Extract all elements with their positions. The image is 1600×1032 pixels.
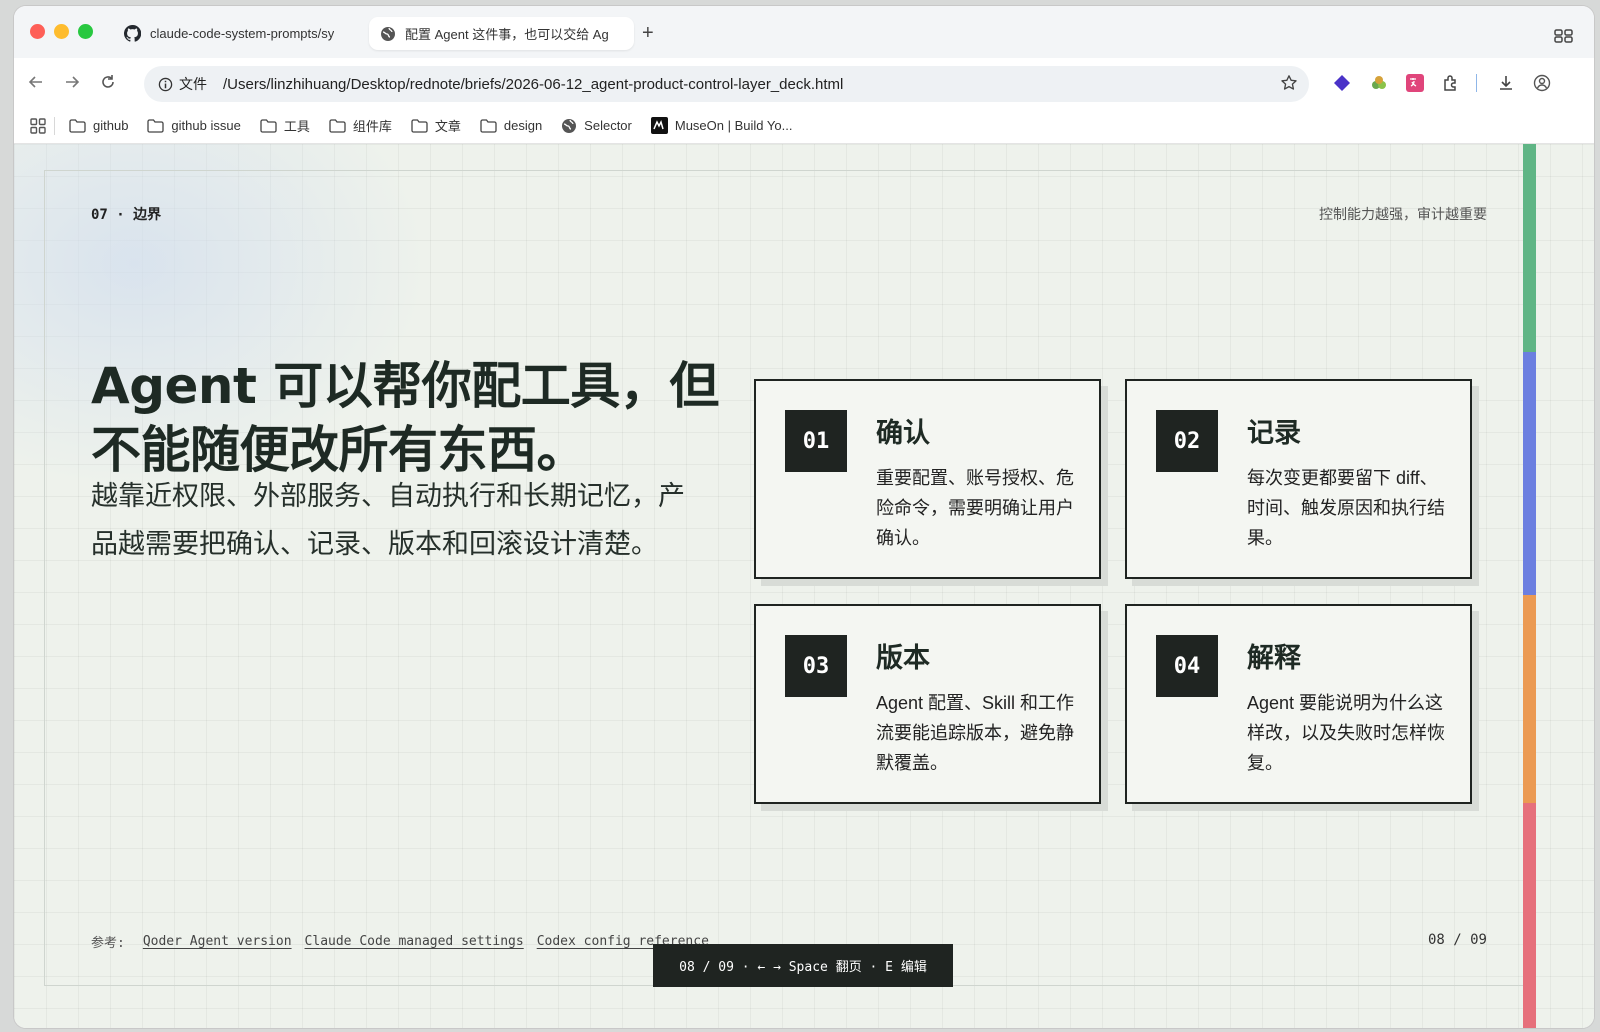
bookmark-label: MuseOn | Build Yo... — [674, 118, 793, 133]
forward-icon[interactable] — [62, 72, 82, 92]
card-title: 记录 — [1247, 418, 1301, 448]
back-icon[interactable] — [26, 72, 46, 92]
references: 参考: Qoder Agent version Claude Code mana… — [91, 932, 722, 951]
new-tab-button[interactable]: + — [642, 23, 654, 43]
bookmark-articles[interactable]: 文章 — [411, 116, 461, 135]
bookmark-github-issue[interactable]: github issue — [147, 118, 241, 133]
bookmark-museon[interactable]: MuseOn | Build Yo... — [650, 117, 793, 134]
minimize-window-button[interactable] — [54, 24, 69, 39]
page-number: 08 / 09 — [1427, 932, 1487, 948]
card-body: 重要配置、账号授权、危险命令，需要明确让用户确认。 — [876, 468, 1074, 548]
principle-card: 02 记录 每次变更都要留下 diff、时间、触发原因和执行结果。 — [1125, 379, 1472, 579]
bookmarks-bar: github github issue 工具 组件库 文章 design Sel… — [14, 108, 1594, 144]
folder-icon — [480, 118, 497, 133]
tab-strip: claude-code-system-prompts/sy 配置 Agent 这… — [14, 6, 1594, 58]
folder-icon — [69, 118, 86, 133]
navigation-hint-bar: 08 / 09 · ← → Space 翻页 · E 编辑 — [653, 944, 953, 987]
toolbar: 文件 /Users/linzhihuang/Desktop/rednote/br… — [14, 58, 1594, 108]
extension-diamond-icon[interactable] — [1332, 73, 1352, 93]
tab-search-icon[interactable] — [1554, 29, 1574, 48]
download-icon[interactable] — [1496, 73, 1516, 93]
profile-icon[interactable] — [1532, 73, 1552, 93]
card-number: 04 — [1156, 635, 1218, 697]
github-icon — [124, 25, 141, 42]
tab-github[interactable]: claude-code-system-prompts/sy — [114, 17, 364, 50]
reference-link[interactable]: Claude Code managed settings — [305, 934, 524, 949]
apps-grid-icon[interactable] — [30, 117, 46, 134]
card-title: 确认 — [876, 418, 930, 448]
slide-headline: Agent 可以帮你配工具，但不能随便改所有东西。 — [91, 357, 719, 479]
reference-link[interactable]: Qoder Agent version — [143, 934, 292, 949]
section-kicker: 07 · 边界 — [91, 207, 162, 223]
slide-lede: 越靠近权限、外部服务、自动执行和长期记忆，产品越需要把确认、记录、版本和回滚设计… — [91, 481, 685, 559]
card-number: 02 — [1156, 410, 1218, 472]
principle-card: 01 确认 重要配置、账号授权、危险命令，需要明确让用户确认。 — [754, 379, 1101, 579]
bookmark-tools[interactable]: 工具 — [260, 116, 310, 135]
tab-label: 配置 Agent 这件事，也可以交给 Ag — [405, 27, 609, 42]
browser-window: claude-code-system-prompts/sy 配置 Agent 这… — [14, 6, 1594, 1028]
accent-bar-red — [1523, 803, 1536, 1028]
card-title: 解释 — [1247, 643, 1301, 673]
url-text: /Users/linzhihuang/Desktop/rednote/brief… — [223, 75, 844, 93]
card-body: 每次变更都要留下 diff、时间、触发原因和执行结果。 — [1247, 468, 1445, 548]
bookmarks-divider — [54, 116, 55, 135]
bookmark-label: Selector — [584, 118, 632, 133]
tab-current-deck[interactable]: 配置 Agent 这件事，也可以交给 Ag — [369, 17, 634, 50]
folder-icon — [260, 118, 277, 133]
reload-icon[interactable] — [98, 72, 118, 92]
bookmark-components[interactable]: 组件库 — [329, 116, 392, 135]
translate-extension-icon[interactable] — [1405, 73, 1425, 93]
maximize-window-button[interactable] — [78, 24, 93, 39]
bookmark-label: 工具 — [283, 119, 310, 134]
folder-icon — [329, 118, 346, 133]
bookmark-label: 文章 — [434, 119, 461, 134]
site-info-button[interactable]: 文件 — [158, 74, 207, 94]
extension-cluster-icon[interactable] — [1369, 73, 1389, 93]
card-number: 03 — [785, 635, 847, 697]
museon-icon — [650, 117, 668, 134]
folder-icon — [411, 118, 428, 133]
toolbar-divider — [1475, 73, 1477, 93]
bookmark-label: 组件库 — [352, 119, 392, 134]
accent-bar-blue — [1523, 352, 1536, 595]
address-bar[interactable]: 文件 /Users/linzhihuang/Desktop/rednote/br… — [144, 66, 1309, 102]
bookmark-github[interactable]: github — [69, 118, 128, 133]
globe-icon — [379, 25, 396, 42]
card-body: Agent 要能说明为什么这样改，以及失败时怎样恢复。 — [1247, 693, 1445, 773]
card-title: 版本 — [876, 643, 930, 673]
slide-viewport: 07 · 边界 控制能力越强，审计越重要 Agent 可以帮你配工具，但不能随便… — [14, 144, 1594, 1028]
principle-card: 04 解释 Agent 要能说明为什么这样改，以及失败时怎样恢复。 — [1125, 604, 1472, 804]
extensions-puzzle-icon[interactable] — [1441, 73, 1461, 93]
slide-tagline: 控制能力越强，审计越重要 — [1319, 206, 1487, 222]
bookmark-star-icon[interactable] — [1279, 73, 1299, 93]
bookmark-selector[interactable]: Selector — [561, 118, 632, 134]
globe-icon — [561, 118, 577, 134]
bookmark-label: design — [503, 118, 543, 133]
accent-bar-orange — [1523, 595, 1536, 803]
scheme-label: 文件 — [179, 76, 207, 92]
tab-label: claude-code-system-prompts/sy — [150, 26, 335, 41]
card-body: Agent 配置、Skill 和工作流要能追踪版本，避免静默覆盖。 — [876, 693, 1075, 773]
info-icon — [158, 77, 173, 91]
bookmark-design[interactable]: design — [480, 118, 542, 133]
bookmark-label: github — [93, 118, 129, 133]
references-label: 参考: — [91, 936, 125, 951]
accent-bar-green — [1523, 144, 1536, 352]
bookmark-label: github issue — [171, 118, 241, 133]
card-number: 01 — [785, 410, 847, 472]
close-window-button[interactable] — [30, 24, 45, 39]
principle-card: 03 版本 Agent 配置、Skill 和工作流要能追踪版本，避免静默覆盖。 — [754, 604, 1101, 804]
folder-icon — [147, 118, 165, 133]
